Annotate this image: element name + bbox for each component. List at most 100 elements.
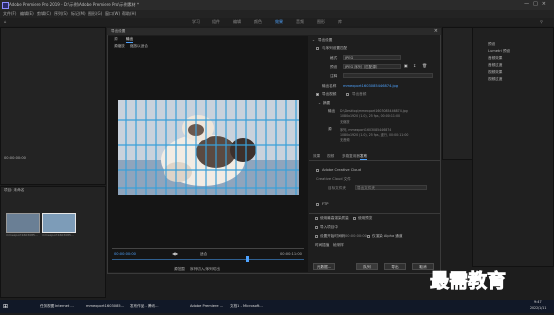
source-scaling-select[interactable]: 缩放以适合 — [130, 44, 148, 49]
effects-item-video-transitions[interactable]: 视频过渡 — [488, 77, 502, 82]
export-audio-checkbox[interactable] — [346, 93, 349, 96]
export-audio-label: 导出音频 — [352, 92, 367, 96]
summary-output-detail: 1080x1920 (1.0), 25 fps, 00:00:11:00 — [340, 114, 401, 118]
summary-source-label: 源 — [328, 127, 332, 131]
effects-item-audio-effects[interactable]: 音频效果 — [488, 56, 502, 61]
tab-source[interactable]: 源 — [114, 37, 118, 42]
time-interpolation-select[interactable]: 帧采样 — [333, 243, 344, 248]
start-timecode-value[interactable]: 00:00:00:00 — [345, 234, 367, 238]
max-render-quality-label: 使用最高渲染质量 — [320, 216, 349, 220]
render-alpha-label: 仅渲染 Alpha 通道 — [372, 234, 403, 238]
workspace-audio[interactable]: 音频 — [296, 19, 304, 25]
workspace-learn[interactable]: 学习 — [192, 19, 200, 25]
title-bar: Adobe Premiere Pro 2019 - D:\示例\Adobe Pr… — [0, 0, 554, 10]
menu-edit[interactable]: 编辑(E) — [20, 11, 34, 17]
taskbar-item-premiere[interactable]: Adobe Premiere ... — [190, 302, 223, 311]
tab-multiplexer[interactable]: 多路复用器 — [342, 154, 360, 159]
tab-effects[interactable]: 效果 — [313, 154, 320, 159]
comments-label: 注释 — [330, 74, 338, 78]
summary-source-extra: 无音频 — [340, 138, 350, 142]
summary-output-label: 输出 — [328, 109, 336, 113]
menu-marker[interactable]: 标记(M) — [71, 11, 86, 17]
project-tab[interactable]: 项目: 未命名 — [4, 188, 24, 193]
project-thumbnail-2[interactable] — [42, 213, 76, 233]
workspace-assembly[interactable]: 组件 — [212, 19, 220, 25]
source-range-select[interactable]: 序列切入/序列切出 — [190, 267, 220, 272]
menu-help[interactable]: 帮助(H) — [122, 11, 136, 17]
playhead[interactable] — [246, 256, 249, 262]
summary-output-extra: 无缩放 — [340, 120, 350, 124]
menu-clip[interactable]: 剪辑(C) — [37, 11, 51, 17]
menu-sequence[interactable]: 序列(S) — [54, 11, 68, 17]
windows-start-icon[interactable]: ⊞ — [3, 302, 8, 311]
close-icon[interactable]: × — [434, 28, 438, 34]
source-scaling-label: 源缩放 — [114, 44, 125, 48]
taskbar-item-image[interactable]: mmexport1603085... — [86, 302, 124, 311]
tab-video[interactable]: 视频 — [327, 154, 334, 159]
set-in-point-icon[interactable]: ◀▶ — [172, 251, 178, 256]
chevron-down-icon[interactable]: ⌄ — [312, 38, 315, 42]
use-previews-checkbox[interactable] — [353, 217, 356, 220]
source-monitor-panel: 00:00:00:00 — [0, 27, 106, 185]
save-preset-icon[interactable]: ▣ — [404, 63, 408, 68]
timecode-start[interactable]: 00:00:00:00 — [114, 252, 136, 256]
workspace-libraries[interactable]: 库 — [338, 19, 342, 25]
preview-timeline-track[interactable] — [112, 248, 304, 249]
use-previews-label: 使用预览 — [358, 216, 373, 220]
import-preset-icon[interactable]: ↧ — [413, 63, 416, 68]
tab-output[interactable]: 输出 — [126, 37, 134, 43]
metadata-button[interactable]: 元数据... — [313, 263, 335, 270]
ftp-checkbox[interactable] — [316, 203, 319, 206]
taskbar-item-taskview[interactable]: 任务视图 — [40, 302, 54, 311]
format-value: JPEG — [345, 56, 354, 60]
cc-files-label: Creative Cloud 文件 — [316, 177, 351, 181]
workspace-editing[interactable]: 编辑 — [233, 19, 241, 25]
export-button[interactable]: 导出 — [384, 263, 406, 270]
search-icon[interactable]: ⚲ — [540, 19, 543, 24]
preview-image-svg — [118, 100, 299, 195]
menu-graphics[interactable]: 图形(G) — [88, 11, 102, 17]
project-item-2: mmexport1603085... — [42, 233, 74, 237]
queue-button[interactable]: 队列 — [356, 263, 378, 270]
export-video-label: 导出视频 — [322, 92, 337, 96]
dialog-title-bar: 导出设置 × — [107, 28, 441, 35]
taskbar-item-word[interactable]: 文档1 - Microsoft... — [230, 302, 263, 311]
workspace-graphics[interactable]: 图形 — [317, 19, 325, 25]
project-thumbnail-1[interactable] — [6, 213, 40, 233]
window-title: Adobe Premiere Pro 2019 - D:\示例\Adobe Pr… — [9, 2, 139, 7]
export-settings-header: 导出设置 — [318, 38, 333, 42]
taskbar-item-publish[interactable]: 发布作品 - 腾讯... — [130, 302, 159, 311]
tab-publish[interactable]: 发布 — [360, 154, 368, 160]
video-preview — [118, 100, 299, 195]
effects-item-presets[interactable]: 预设 — [488, 42, 495, 47]
window-controls[interactable]: —□× — [524, 1, 550, 7]
work-area-bar[interactable] — [112, 259, 304, 260]
menu-window[interactable]: 窗口(W) — [105, 11, 120, 17]
workspace-color[interactable]: 颜色 — [254, 19, 262, 25]
export-video-checkbox[interactable] — [316, 93, 319, 96]
import-into-project-checkbox[interactable] — [315, 226, 318, 229]
preset-value: JPEG 序列（匹配源） — [345, 65, 380, 69]
watermark-text: 最需教育 — [430, 270, 507, 293]
match-sequence-checkbox[interactable] — [316, 47, 319, 50]
delete-preset-icon[interactable]: 🗑 — [422, 63, 427, 68]
effects-panel: 预设 Lumetri 预设 音频效果 音频过渡 视频效果 视频过渡 — [472, 27, 554, 267]
menu-file[interactable]: 文件(F) — [3, 11, 16, 17]
render-alpha-checkbox[interactable] — [367, 235, 370, 238]
program-timecode-left: 00:00:00:00 — [4, 156, 26, 160]
effects-item-video-effects[interactable]: 视频效果 — [488, 70, 502, 75]
home-icon[interactable]: ⌂ — [4, 19, 7, 24]
comments-input[interactable] — [343, 73, 433, 78]
max-render-quality-checkbox[interactable] — [315, 217, 318, 220]
effects-item-audio-transitions[interactable]: 音频过渡 — [488, 63, 502, 68]
effects-item-lumetri[interactable]: Lumetri 预设 — [488, 49, 510, 54]
time-interpolation-label: 时间插值 — [315, 243, 330, 247]
adobe-cc-checkbox[interactable] — [316, 169, 319, 172]
premiere-app-icon — [2, 2, 9, 9]
set-start-timecode-checkbox[interactable] — [315, 235, 318, 238]
summary-chevron-icon[interactable]: ⌄ — [318, 101, 321, 105]
taskbar-item-internet[interactable]: Internet ... — [55, 302, 74, 311]
output-name-link[interactable]: mmexport1603085446874.jpg — [343, 84, 398, 88]
workspace-effects[interactable]: 效果 — [275, 19, 283, 25]
fit-select[interactable]: 适合 — [200, 252, 207, 257]
